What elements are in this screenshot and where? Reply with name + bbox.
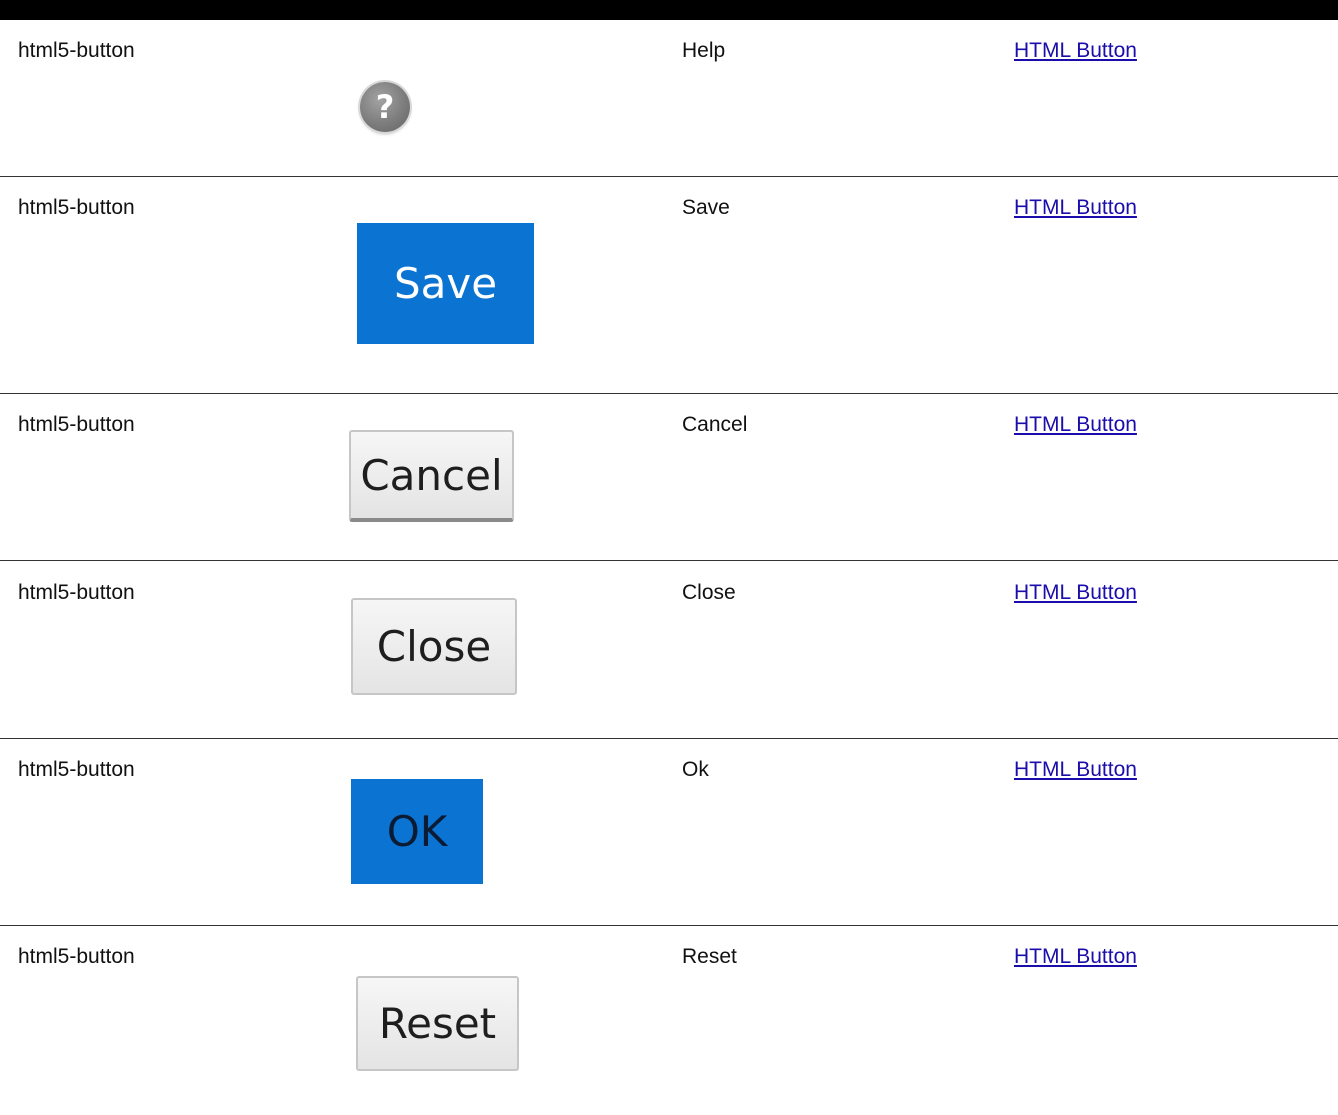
row-type: html5-button [18,945,135,968]
reset-button-preview: Reset [356,976,519,1071]
row-label: Ok [682,758,709,781]
html-button-link[interactable]: HTML Button [1014,758,1137,782]
html-button-link[interactable]: HTML Button [1014,196,1137,220]
table-row: html5-button Save Save HTML Button [0,168,1338,393]
save-button-preview: Save [357,223,534,344]
row-type: html5-button [18,39,135,62]
ok-button-preview: OK [351,779,483,884]
html-button-link[interactable]: HTML Button [1014,581,1137,605]
html-button-link[interactable]: HTML Button [1014,39,1137,63]
html-button-link[interactable]: HTML Button [1014,413,1137,437]
table-row: html5-button Cancel Cancel HTML Button [0,385,1338,560]
table-row: html5-button ? Help HTML Button [0,11,1338,176]
row-type: html5-button [18,758,135,781]
row-type: html5-button [18,196,135,219]
help-button-preview: ? [360,82,410,132]
table-row: html5-button Reset Reset HTML Button [0,917,1338,1115]
row-type: html5-button [18,581,135,604]
row-label: Reset [682,945,737,968]
table-row: html5-button OK Ok HTML Button [0,730,1338,925]
row-type: html5-button [18,413,135,436]
row-label: Help [682,39,726,62]
help-icon: ? [360,82,410,132]
cancel-button-preview: Cancel [349,430,514,522]
row-label: Close [682,581,736,604]
html-button-link[interactable]: HTML Button [1014,945,1137,969]
table-row: html5-button Close Close HTML Button [0,553,1338,738]
close-button-preview: Close [351,598,517,695]
row-label: Save [682,196,730,219]
row-label: Cancel [682,413,748,436]
